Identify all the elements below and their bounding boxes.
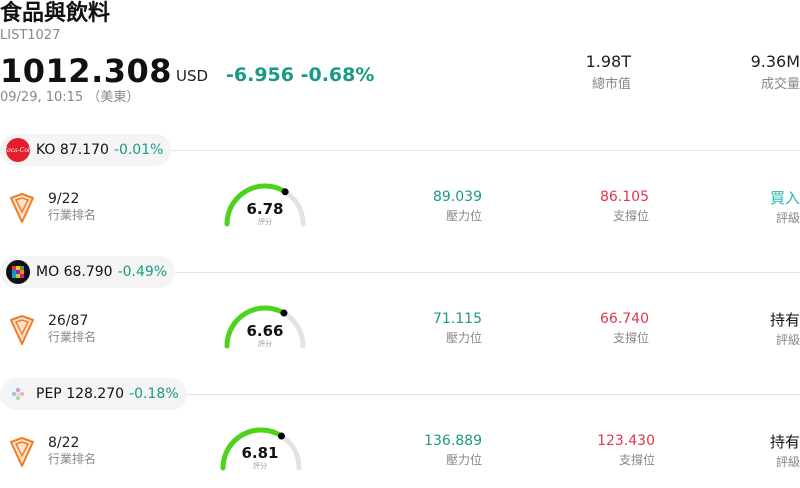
volume-stat: 9.36M 成交量	[700, 52, 800, 94]
page-title: 食品與飲料	[0, 1, 111, 26]
ticker: MO	[36, 264, 60, 280]
score-label: 評分	[253, 462, 267, 470]
rating-value: 持有	[769, 311, 800, 329]
pepsico-logo-icon	[6, 382, 30, 406]
stock-chip-ko[interactable]: Coca-Cola KO 87.170 -0.01%	[0, 134, 172, 166]
volume-value: 9.36M	[750, 52, 800, 71]
rank-label: 行業排名	[48, 208, 97, 222]
list-code: LIST1027	[0, 28, 61, 43]
resistance-value: 136.889	[424, 433, 482, 449]
rating-label: 評級	[775, 455, 800, 469]
support-level: 66.740 支撐位	[549, 311, 649, 345]
timestamp: 09/29, 10:15 （美東）	[0, 90, 140, 105]
score-value: 6.81	[241, 444, 279, 462]
rank-value: 8/22	[48, 435, 80, 451]
stock-change: -0.49%	[117, 264, 168, 280]
rank-value: 26/87	[48, 313, 89, 329]
resistance-label: 壓力位	[445, 453, 482, 467]
stock-chip-pep[interactable]: PEP 128.270 -0.18%	[0, 378, 187, 410]
score-value: 6.66	[246, 322, 284, 340]
resistance-label: 壓力位	[445, 331, 482, 345]
rank-icon	[8, 314, 36, 346]
rank-label: 行業排名	[48, 452, 97, 466]
currency-label: USD	[176, 67, 209, 85]
volume-label: 成交量	[760, 77, 800, 92]
rating-label: 評級	[775, 333, 800, 347]
market-cap-stat: 1.98T 總市值	[531, 52, 631, 94]
support-label: 支撐位	[612, 209, 649, 223]
support-value: 123.430	[597, 433, 655, 449]
resistance-value: 89.039	[433, 189, 482, 205]
support-label: 支撐位	[612, 331, 649, 345]
stock-change: -0.01%	[113, 142, 164, 158]
altria-logo-icon	[6, 260, 30, 284]
ticker: PEP	[36, 386, 62, 402]
stock-price: 128.270	[66, 386, 125, 402]
rating: 持有 評級	[720, 433, 800, 469]
coca-cola-logo-icon: Coca-Cola	[6, 138, 30, 162]
rank-label: 行業排名	[48, 330, 97, 344]
rating-value: 持有	[769, 433, 800, 451]
market-cap-label: 總市值	[591, 77, 631, 92]
stock-chip-mo[interactable]: MO 68.790 -0.49%	[0, 256, 176, 288]
support-level: 123.430 支撐位	[555, 433, 655, 467]
index-price: 1012.308	[0, 52, 173, 90]
resistance-level: 136.889 壓力位	[382, 433, 482, 467]
rating-label: 評級	[775, 211, 800, 225]
score-label: 評分	[258, 218, 272, 226]
stock-price: 68.790	[63, 264, 113, 280]
rank-value: 9/22	[48, 191, 80, 207]
stock-change: -0.18%	[129, 386, 179, 402]
rating: 買入 評級	[720, 189, 800, 225]
svg-text:Coca-Cola: Coca-Cola	[6, 147, 30, 154]
score-label: 評分	[258, 340, 272, 348]
market-cap-value: 1.98T	[585, 52, 631, 71]
price-change: -6.956 -0.68%	[226, 64, 375, 86]
rank-icon	[8, 436, 36, 468]
resistance-label: 壓力位	[445, 209, 482, 223]
support-label: 支撐位	[618, 453, 655, 467]
support-value: 66.740	[600, 311, 649, 327]
stock-price: 87.170	[59, 142, 109, 158]
resistance-value: 71.115	[433, 311, 482, 327]
score-value: 6.78	[246, 200, 284, 218]
rank-icon	[8, 192, 36, 224]
ticker: KO	[36, 142, 56, 158]
resistance-level: 89.039 壓力位	[382, 189, 482, 223]
rating-value: 買入	[769, 189, 800, 207]
rating: 持有 評級	[720, 311, 800, 347]
support-level: 86.105 支撐位	[549, 189, 649, 223]
support-value: 86.105	[600, 189, 649, 205]
resistance-level: 71.115 壓力位	[382, 311, 482, 345]
